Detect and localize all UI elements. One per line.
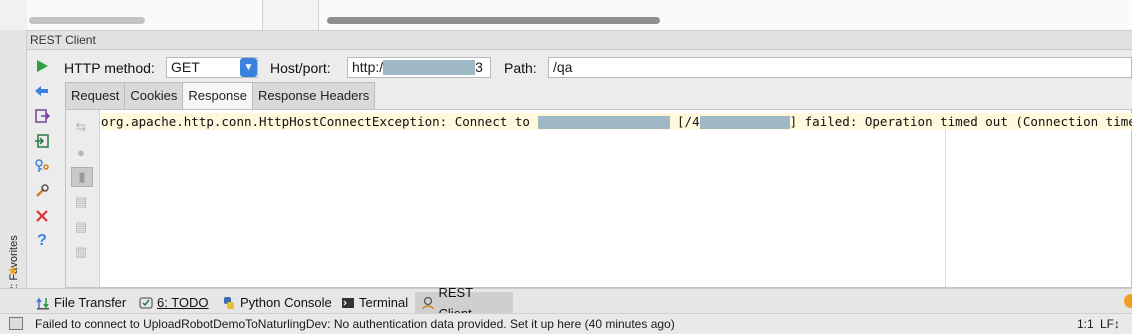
top-pane-right xyxy=(319,0,1132,30)
response-panel xyxy=(65,109,1132,288)
caret-position[interactable]: 1:1 xyxy=(1077,314,1094,334)
question-icon: ? xyxy=(37,232,47,249)
python-console-tab[interactable]: Python Console xyxy=(216,292,338,313)
key-icon xyxy=(35,159,49,172)
error-text-middle: [/4 xyxy=(669,114,700,129)
rest-toolbar: ? xyxy=(27,51,61,288)
top-editor-strip xyxy=(0,0,1132,31)
path-label: Path: xyxy=(504,60,537,76)
top-pane-left xyxy=(27,0,263,30)
redacted-ip xyxy=(699,116,790,129)
http-method-label: HTTP method: xyxy=(64,60,155,76)
import-icon xyxy=(35,134,49,148)
host-prefix: http:/ xyxy=(352,59,384,75)
rest-client-tab[interactable]: REST Client xyxy=(415,285,513,321)
format-alt-icon[interactable]: ▤ xyxy=(71,218,91,236)
path-value: /qa xyxy=(553,59,573,75)
export-request-button[interactable] xyxy=(31,105,53,127)
horizontal-scrollbar-right[interactable] xyxy=(327,17,660,24)
status-message[interactable]: Failed to connect to UploadRobotDemoToNa… xyxy=(35,314,675,334)
terminal-tab[interactable]: Terminal xyxy=(335,292,414,313)
line-ending[interactable]: LF↕ xyxy=(1100,314,1120,334)
tab-cookies[interactable]: Cookies xyxy=(125,83,184,110)
tab-response[interactable]: Response xyxy=(183,83,253,110)
rest-client-icon xyxy=(422,296,434,309)
close-icon xyxy=(36,210,48,222)
tool-window-title: REST Client xyxy=(27,31,1132,50)
response-divider xyxy=(945,130,946,287)
host-suffix: 3 xyxy=(475,59,483,75)
star-icon: ★ xyxy=(7,263,19,278)
error-text-start: org.apache.http.conn.HttpHostConnectExce… xyxy=(101,114,538,129)
import-request-button[interactable] xyxy=(31,130,53,152)
todo-icon xyxy=(139,296,153,309)
error-text-end: ] failed: Operation timed out (Connectio… xyxy=(789,114,1132,129)
close-button[interactable] xyxy=(31,205,53,227)
chevron-down-icon: ▼ xyxy=(240,58,257,77)
file-transfer-tab[interactable]: File Transfer xyxy=(30,292,132,313)
todo-label: 6: TODO xyxy=(157,295,209,310)
settings-button[interactable] xyxy=(31,180,53,202)
tab-response-headers[interactable]: Response Headers xyxy=(252,83,375,110)
file-transfer-label: File Transfer xyxy=(54,295,127,310)
response-error-line: org.apache.http.conn.HttpHostConnectExce… xyxy=(101,113,1132,130)
circle-icon[interactable]: ● xyxy=(71,143,91,161)
terminal-label: Terminal xyxy=(359,295,409,310)
python-console-label: Python Console xyxy=(240,295,332,310)
status-bar: Failed to connect to UploadRobotDemoToNa… xyxy=(0,313,1132,334)
redacted-host xyxy=(383,60,476,75)
python-icon xyxy=(224,296,234,309)
history-back-button[interactable] xyxy=(31,80,53,102)
response-gutter-toolbar: ⇆ ● ▮ ▤ ▤ ▥ xyxy=(66,110,100,287)
play-icon xyxy=(37,60,48,72)
format-icon[interactable]: ▤ xyxy=(71,193,91,211)
request-tabs: Request Cookies Response Response Header… xyxy=(65,82,376,110)
host-port-input[interactable]: http:/ 3 xyxy=(347,57,491,78)
notification-icon[interactable] xyxy=(1124,294,1132,308)
arrow-left-icon xyxy=(35,86,48,96)
http-method-value: GET xyxy=(171,59,200,75)
export-icon xyxy=(35,109,50,123)
help-button[interactable]: ? xyxy=(31,230,53,252)
todo-tab[interactable]: 6: TODO xyxy=(133,292,215,313)
generate-auth-button[interactable] xyxy=(31,155,53,177)
host-port-label: Host/port: xyxy=(270,60,331,76)
left-sidebar: 2: Favorites ★ xyxy=(0,30,27,293)
wrap-icon[interactable]: ⇆ xyxy=(71,118,91,136)
format-xml-icon[interactable]: ▥ xyxy=(71,243,91,261)
tab-request[interactable]: Request xyxy=(66,83,126,110)
path-input[interactable]: /qa xyxy=(548,57,1132,78)
wrench-icon xyxy=(36,184,49,197)
terminal-icon xyxy=(342,297,354,308)
document-icon[interactable]: ▮ xyxy=(71,167,93,187)
run-request-button[interactable] xyxy=(31,55,53,77)
horizontal-scrollbar-left[interactable] xyxy=(29,17,145,24)
transfer-icon xyxy=(36,297,49,309)
redacted-host-name xyxy=(537,116,670,129)
http-method-select[interactable]: GET ▼ xyxy=(166,57,258,78)
top-pane-middle xyxy=(263,0,319,30)
toggle-panels-icon[interactable] xyxy=(9,317,23,330)
bottom-tool-tabs: File Transfer 6: TODO Python Console Ter… xyxy=(0,285,1132,321)
